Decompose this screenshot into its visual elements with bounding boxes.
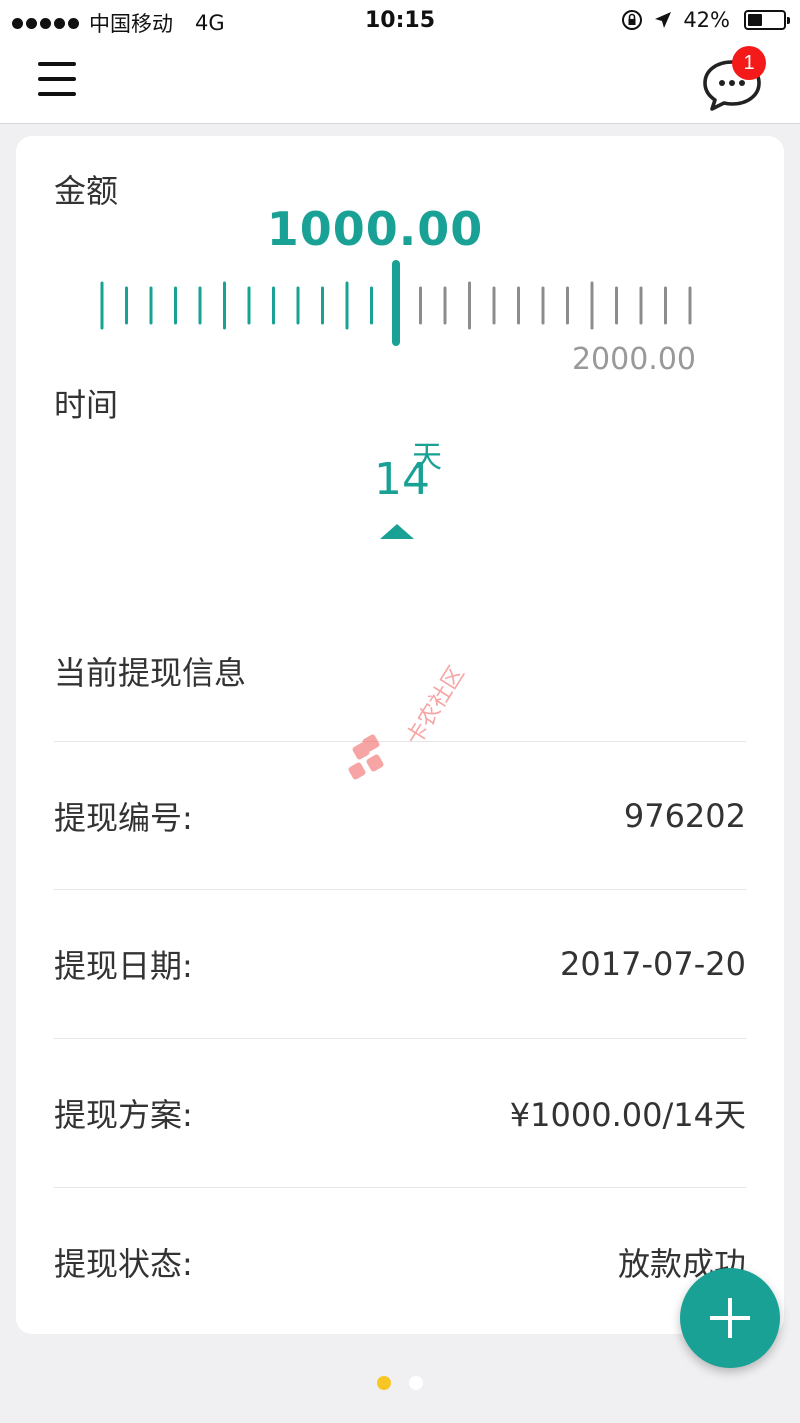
info-label: 提现编号: [54, 798, 193, 837]
orientation-lock-icon [622, 10, 643, 30]
info-row-plan: 提现方案: ¥1000.00/14天 [54, 1038, 746, 1186]
info-row-date: 提现日期: 2017-07-20 [54, 889, 746, 1037]
days-value: 14 [374, 454, 430, 505]
page-indicator [0, 1376, 800, 1390]
info-row-id: 提现编号: 976202 [54, 741, 746, 889]
info-row-status: 提现状态: 放款成功 [54, 1187, 746, 1335]
info-label: 提现方案: [54, 1095, 193, 1134]
battery-icon [744, 10, 790, 30]
info-label: 提现状态: [54, 1244, 193, 1283]
nav-bar: 1 [0, 42, 800, 124]
hamburger-menu-icon[interactable] [38, 60, 78, 100]
info-title: 当前提现信息 [54, 654, 247, 692]
status-bar: 中国移动 4G 10:15 42% [0, 0, 800, 42]
add-floating-button[interactable] [680, 1268, 780, 1368]
location-arrow-icon [655, 12, 672, 28]
info-label: 提现日期: [54, 946, 193, 985]
info-value: 976202 [623, 796, 746, 835]
days-pointer-icon [380, 524, 414, 539]
notification-badge: 1 [732, 46, 766, 80]
amount-ruler-slider[interactable] [16, 256, 784, 356]
page-dot[interactable] [409, 1376, 423, 1390]
info-value: ¥1000.00/14天 [509, 1095, 746, 1134]
battery-percent: 42% [683, 8, 730, 32]
info-value: 2017-07-20 [560, 944, 746, 983]
page-dot[interactable] [377, 1376, 391, 1390]
time-label: 时间 [54, 386, 119, 424]
loan-card: 金额 1000.00 2000.00 时间 天 14 当前提现信息 提现编号: … [16, 136, 784, 1334]
amount-value: 1000.00 [266, 202, 484, 256]
status-right: 42% [621, 8, 790, 32]
battery-fill [748, 14, 762, 26]
amount-max-label: 2000.00 [571, 342, 696, 377]
